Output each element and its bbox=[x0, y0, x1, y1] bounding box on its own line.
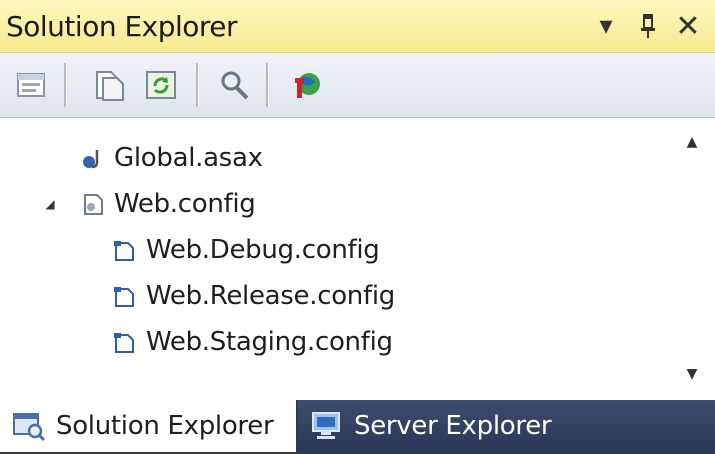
server-explorer-icon bbox=[308, 409, 346, 443]
asp-net-configuration-button[interactable] bbox=[286, 65, 328, 105]
config-transform-icon bbox=[110, 237, 140, 263]
tree-item-label: Web.Staging.config bbox=[146, 327, 393, 357]
config-transform-icon bbox=[110, 329, 140, 355]
properties-button[interactable] bbox=[12, 65, 54, 105]
window-position-dropdown-icon[interactable]: ▾ bbox=[590, 8, 622, 44]
close-button[interactable]: ✕ bbox=[672, 8, 704, 44]
solution-explorer-icon bbox=[10, 409, 48, 443]
view-class-diagram-icon bbox=[221, 71, 249, 100]
tree-item-web-staging-config[interactable]: Web.Staging.config bbox=[110, 322, 393, 362]
refresh-button[interactable] bbox=[140, 65, 182, 105]
solution-tree: Global.asax ◢ Web.config Web.Debug.confi… bbox=[0, 118, 715, 400]
tree-item-web-release-config[interactable]: Web.Release.config bbox=[110, 276, 395, 316]
expander-icon[interactable]: ◢ bbox=[42, 196, 58, 212]
tree-item-web-debug-config[interactable]: Web.Debug.config bbox=[110, 230, 380, 270]
tab-label: Solution Explorer bbox=[56, 411, 274, 441]
view-class-diagram-button[interactable] bbox=[214, 65, 256, 105]
auto-hide-pin-button[interactable] bbox=[632, 8, 664, 44]
tree-item-label: Web.Debug.config bbox=[146, 235, 380, 265]
asp-net-configuration-icon bbox=[295, 73, 320, 98]
tab-solution-explorer[interactable]: Solution Explorer bbox=[0, 400, 296, 452]
tree-item-label: Global.asax bbox=[114, 143, 263, 173]
toolbar-separator bbox=[196, 63, 199, 107]
show-all-files-icon bbox=[96, 71, 124, 101]
config-file-icon bbox=[78, 191, 108, 217]
toolbar-separator bbox=[64, 63, 67, 107]
tab-server-explorer[interactable]: Server Explorer bbox=[298, 400, 715, 452]
properties-icon bbox=[17, 73, 45, 97]
tree-item-web-config[interactable]: Web.config bbox=[78, 184, 256, 224]
tree-item-label: Web.Release.config bbox=[146, 281, 395, 311]
tree-item-label: Web.config bbox=[114, 189, 256, 219]
scroll-up-icon[interactable]: ▲ bbox=[682, 132, 702, 152]
show-all-files-button[interactable] bbox=[88, 65, 130, 105]
tab-strip: Solution Explorer Server Explorer bbox=[0, 400, 715, 454]
refresh-icon bbox=[146, 71, 176, 99]
panel-title: Solution Explorer bbox=[6, 10, 238, 43]
pin-icon bbox=[641, 14, 655, 38]
asax-file-icon bbox=[78, 145, 108, 171]
solution-explorer-panel: Solution Explorer ▾ ✕ Global.asax ◢ Web.… bbox=[0, 0, 715, 454]
toolbar bbox=[0, 53, 715, 118]
tab-label: Server Explorer bbox=[354, 411, 552, 441]
scroll-down-icon[interactable]: ▼ bbox=[682, 364, 702, 384]
toolbar-separator bbox=[266, 63, 269, 107]
title-bar: Solution Explorer ▾ ✕ bbox=[0, 0, 715, 53]
config-transform-icon bbox=[110, 283, 140, 309]
tree-item-global-asax[interactable]: Global.asax bbox=[78, 138, 263, 178]
